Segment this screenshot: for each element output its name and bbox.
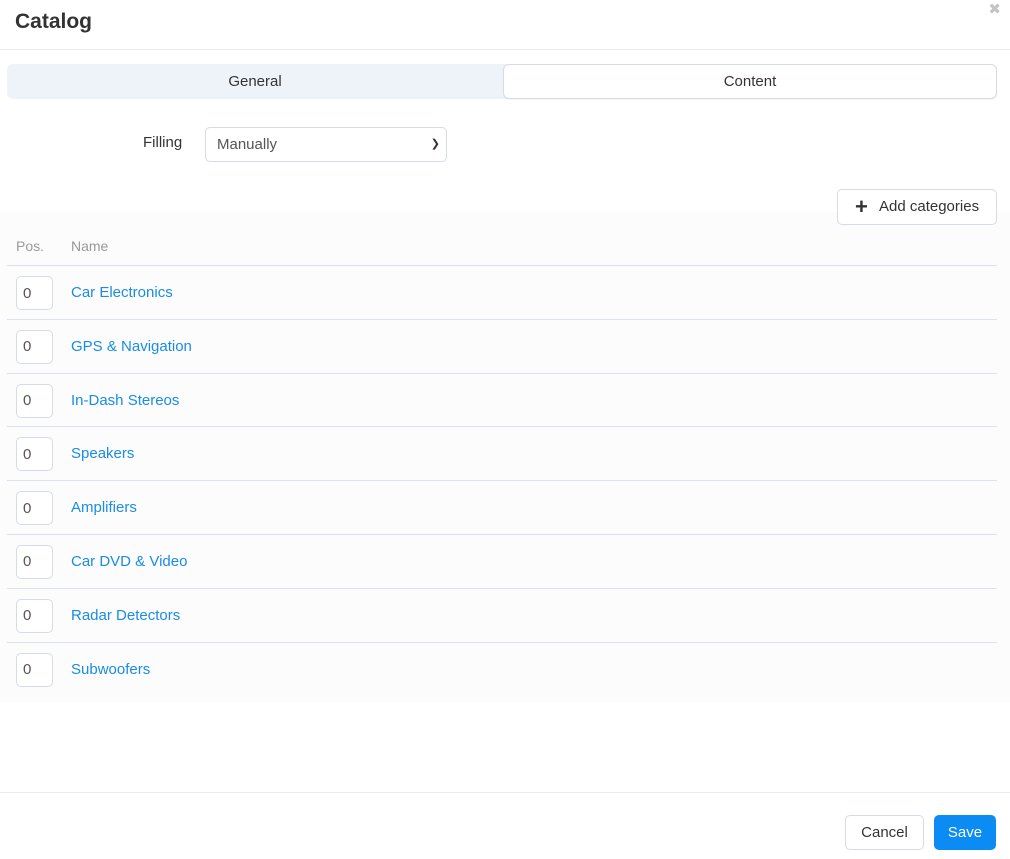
table-row: Radar Detectors [7, 589, 997, 643]
table-row: Speakers [7, 427, 997, 482]
category-link[interactable]: Car DVD & Video [71, 553, 187, 570]
dialog-header: Catalog ✖ [0, 0, 1010, 50]
filling-select[interactable]: Manually ❯ [205, 127, 447, 162]
save-button[interactable]: Save [934, 815, 996, 850]
tab-bar: General Content [7, 64, 997, 99]
plus-icon: + [855, 194, 868, 219]
category-link[interactable]: Radar Detectors [71, 607, 180, 624]
position-input[interactable] [16, 276, 53, 310]
category-link[interactable]: In-Dash Stereos [71, 392, 179, 409]
category-link[interactable]: Speakers [71, 445, 134, 462]
position-input[interactable] [16, 491, 53, 526]
tab-general[interactable]: General [7, 64, 503, 99]
filling-select-value: Manually [217, 136, 278, 153]
filling-label: Filling [143, 134, 183, 151]
table-row: Car Electronics [7, 266, 997, 320]
add-categories-button[interactable]: + Add categories [837, 189, 997, 225]
cancel-button[interactable]: Cancel [845, 815, 924, 850]
table-row: In-Dash Stereos [7, 374, 997, 428]
position-input[interactable] [16, 544, 53, 579]
position-input[interactable] [16, 652, 53, 687]
chevron-down-icon: ❯ [430, 138, 440, 150]
footer-divider [0, 792, 1010, 793]
table-row: Subwoofers [7, 643, 997, 697]
category-link[interactable]: Car Electronics [71, 284, 173, 301]
position-input[interactable] [16, 329, 53, 364]
table-row: Amplifiers [7, 481, 997, 535]
close-icon[interactable]: ✖ [988, 2, 1001, 18]
position-input[interactable] [16, 598, 53, 633]
column-header-pos: Pos. [16, 238, 45, 254]
add-categories-label: Add categories [879, 198, 980, 215]
column-header-name: Name [71, 238, 109, 254]
category-link[interactable]: Subwoofers [71, 661, 150, 678]
dialog-title: Catalog [15, 10, 93, 33]
table-row: GPS & Navigation [7, 320, 997, 374]
position-input[interactable] [16, 437, 53, 472]
category-link[interactable]: GPS & Navigation [71, 338, 192, 355]
tab-content[interactable]: Content [503, 64, 997, 99]
category-link[interactable]: Amplifiers [71, 499, 137, 516]
table-row: Car DVD & Video [7, 535, 997, 589]
position-input[interactable] [16, 383, 53, 418]
categories-list: Car Electronics GPS & Navigation In-Dash… [7, 266, 997, 696]
